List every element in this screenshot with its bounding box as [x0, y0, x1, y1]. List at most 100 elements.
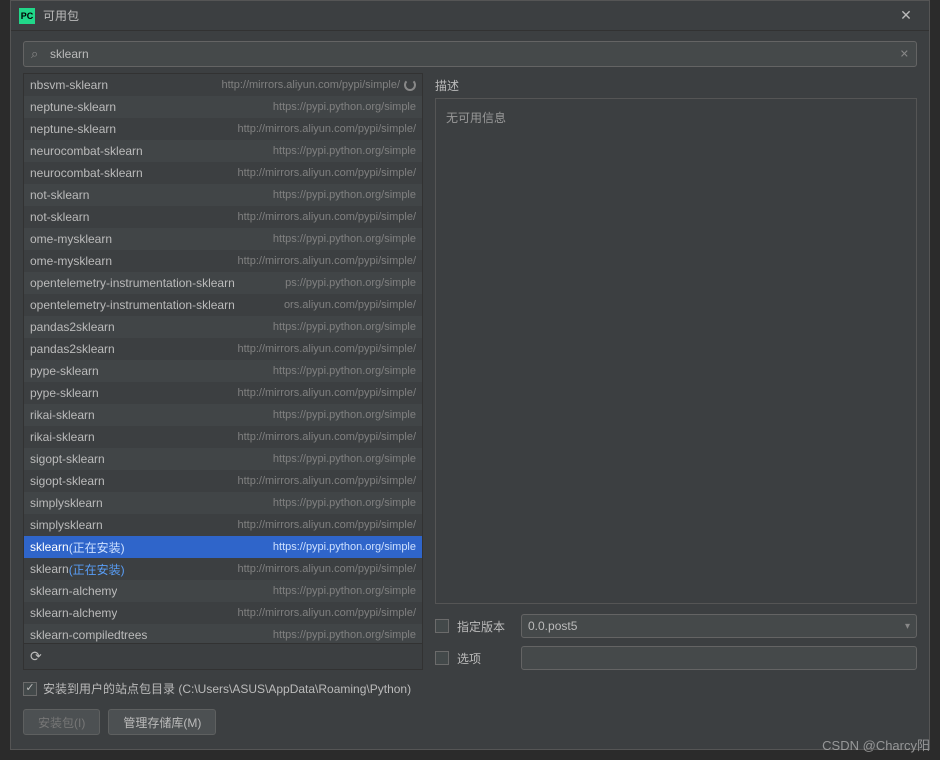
package-row[interactable]: rikai-sklearnhttp://mirrors.aliyun.com/p…	[24, 426, 422, 448]
package-row[interactable]: sklearn-alchemyhttps://pypi.python.org/s…	[24, 580, 422, 602]
description-label: 描述	[435, 73, 917, 98]
package-repo: https://pypi.python.org/simple	[147, 629, 416, 641]
package-name: pype-sklearn	[30, 386, 99, 400]
package-name: sigopt-sklearn	[30, 452, 105, 466]
package-repo: https://pypi.python.org/simple	[103, 497, 416, 509]
package-row[interactable]: neurocombat-sklearnhttps://pypi.python.o…	[24, 140, 422, 162]
package-repo: https://pypi.python.org/simple	[105, 453, 416, 465]
watermark: CSDN @Charcy阳	[822, 735, 930, 754]
package-repo: https://pypi.python.org/simple	[117, 585, 416, 597]
package-row[interactable]: sigopt-sklearnhttp://mirrors.aliyun.com/…	[24, 470, 422, 492]
package-name: sklearn	[30, 562, 69, 576]
package-repo: http://mirrors.aliyun.com/pypi/simple/	[99, 387, 416, 399]
package-name: sklearn-alchemy	[30, 606, 117, 620]
version-select[interactable]: 0.0.post5 ▾	[521, 614, 917, 638]
package-row[interactable]: ome-mysklearnhttp://mirrors.aliyun.com/p…	[24, 250, 422, 272]
package-name: not-sklearn	[30, 188, 89, 202]
pycharm-logo-icon: PC	[19, 8, 35, 24]
package-repo: ps://pypi.python.org/simple	[235, 277, 416, 289]
package-row[interactable]: pype-sklearnhttps://pypi.python.org/simp…	[24, 360, 422, 382]
package-list[interactable]: nbsvm-sklearnhttp://mirrors.aliyun.com/p…	[23, 73, 423, 644]
package-row[interactable]: not-sklearnhttp://mirrors.aliyun.com/pyp…	[24, 206, 422, 228]
package-name: sklearn	[30, 540, 69, 554]
package-name: rikai-sklearn	[30, 430, 95, 444]
content-area: nbsvm-sklearnhttp://mirrors.aliyun.com/p…	[11, 73, 929, 670]
search-wrap: ⌕ ✕	[23, 41, 917, 67]
package-name: ome-mysklearn	[30, 232, 112, 246]
package-repo: http://mirrors.aliyun.com/pypi/simple/	[89, 211, 416, 223]
package-row[interactable]: sklearn(正在安装)http://mirrors.aliyun.com/p…	[24, 558, 422, 580]
package-repo: http://mirrors.aliyun.com/pypi/simple/	[115, 343, 416, 355]
right-pane: 描述 无可用信息 指定版本 0.0.post5 ▾ 选项	[435, 73, 917, 670]
package-name: opentelemetry-instrumentation-sklearn	[30, 276, 235, 290]
package-row[interactable]: not-sklearnhttps://pypi.python.org/simpl…	[24, 184, 422, 206]
package-name: neurocombat-sklearn	[30, 144, 143, 158]
clear-search-icon[interactable]: ✕	[900, 48, 909, 61]
search-input[interactable]	[23, 41, 917, 67]
package-name: not-sklearn	[30, 210, 89, 224]
package-row[interactable]: sklearn-alchemyhttp://mirrors.aliyun.com…	[24, 602, 422, 624]
package-name: neurocombat-sklearn	[30, 166, 143, 180]
package-row[interactable]: ome-mysklearnhttps://pypi.python.org/sim…	[24, 228, 422, 250]
right-controls: 指定版本 0.0.post5 ▾ 选项	[435, 614, 917, 670]
specify-version-checkbox[interactable]	[435, 619, 449, 633]
package-repo: https://pypi.python.org/simple	[99, 365, 416, 377]
package-row[interactable]: pandas2sklearnhttp://mirrors.aliyun.com/…	[24, 338, 422, 360]
install-package-button[interactable]: 安装包(I)	[23, 709, 100, 735]
package-row[interactable]: opentelemetry-instrumentation-sklearnps:…	[24, 272, 422, 294]
package-row[interactable]: simplysklearnhttps://pypi.python.org/sim…	[24, 492, 422, 514]
package-name: sigopt-sklearn	[30, 474, 105, 488]
package-row[interactable]: sigopt-sklearnhttps://pypi.python.org/si…	[24, 448, 422, 470]
options-checkbox[interactable]	[435, 651, 449, 665]
package-row[interactable]: neptune-sklearnhttp://mirrors.aliyun.com…	[24, 118, 422, 140]
package-row[interactable]: pandas2sklearnhttps://pypi.python.org/si…	[24, 316, 422, 338]
package-repo: ors.aliyun.com/pypi/simple/	[235, 299, 416, 311]
button-row: 安装包(I) 管理存储库(M)	[23, 709, 917, 735]
package-row[interactable]: sklearn(正在安装)https://pypi.python.org/sim…	[24, 536, 422, 558]
package-row[interactable]: opentelemetry-instrumentation-sklearnors…	[24, 294, 422, 316]
package-name: rikai-sklearn	[30, 408, 95, 422]
package-name: sklearn-compiledtrees	[30, 628, 147, 642]
loading-spinner-icon	[404, 79, 416, 91]
package-repo: http://mirrors.aliyun.com/pypi/simple/	[125, 563, 416, 575]
package-name: simplysklearn	[30, 518, 103, 532]
manage-repositories-button[interactable]: 管理存储库(M)	[108, 709, 216, 735]
footer: 安装到用户的站点包目录 (C:\Users\ASUS\AppData\Roami…	[11, 670, 929, 749]
package-repo: https://pypi.python.org/simple	[143, 145, 416, 157]
search-icon: ⌕	[31, 46, 38, 62]
package-row[interactable]: neurocombat-sklearnhttp://mirrors.aliyun…	[24, 162, 422, 184]
package-row[interactable]: nbsvm-sklearnhttp://mirrors.aliyun.com/p…	[24, 74, 422, 96]
package-name: pandas2sklearn	[30, 342, 115, 356]
package-row[interactable]: sklearn-compiledtreeshttps://pypi.python…	[24, 624, 422, 644]
titlebar: PC 可用包 ✕	[11, 1, 929, 31]
package-row[interactable]: pype-sklearnhttp://mirrors.aliyun.com/py…	[24, 382, 422, 404]
package-row[interactable]: neptune-sklearnhttps://pypi.python.org/s…	[24, 96, 422, 118]
refresh-icon[interactable]: ⟳	[30, 648, 42, 665]
close-button[interactable]: ✕	[891, 1, 921, 31]
refresh-row: ⟳	[23, 644, 423, 670]
install-to-user-dir-label: 安装到用户的站点包目录 (C:\Users\ASUS\AppData\Roami…	[43, 680, 411, 697]
package-name: pandas2sklearn	[30, 320, 115, 334]
package-row[interactable]: rikai-sklearnhttps://pypi.python.org/sim…	[24, 404, 422, 426]
specify-version-row: 指定版本 0.0.post5 ▾	[435, 614, 917, 638]
options-label: 选项	[457, 650, 513, 667]
package-name: simplysklearn	[30, 496, 103, 510]
options-row: 选项	[435, 646, 917, 670]
window-title: 可用包	[43, 7, 891, 24]
package-name: sklearn-alchemy	[30, 584, 117, 598]
package-name: neptune-sklearn	[30, 100, 116, 114]
package-name: pype-sklearn	[30, 364, 99, 378]
package-name: ome-mysklearn	[30, 254, 112, 268]
package-row[interactable]: simplysklearnhttp://mirrors.aliyun.com/p…	[24, 514, 422, 536]
package-repo: https://pypi.python.org/simple	[125, 541, 416, 553]
install-to-user-dir-checkbox[interactable]	[23, 682, 37, 696]
version-value: 0.0.post5	[528, 619, 577, 633]
package-repo: http://mirrors.aliyun.com/pypi/simple/	[117, 607, 416, 619]
install-to-user-dir-row: 安装到用户的站点包目录 (C:\Users\ASUS\AppData\Roami…	[23, 680, 917, 697]
package-name: opentelemetry-instrumentation-sklearn	[30, 298, 235, 312]
options-input[interactable]	[521, 646, 917, 670]
package-repo: https://pypi.python.org/simple	[115, 321, 416, 333]
no-info-text: 无可用信息	[446, 111, 506, 125]
package-repo: https://pypi.python.org/simple	[95, 409, 416, 421]
package-repo: http://mirrors.aliyun.com/pypi/simple/	[143, 167, 416, 179]
